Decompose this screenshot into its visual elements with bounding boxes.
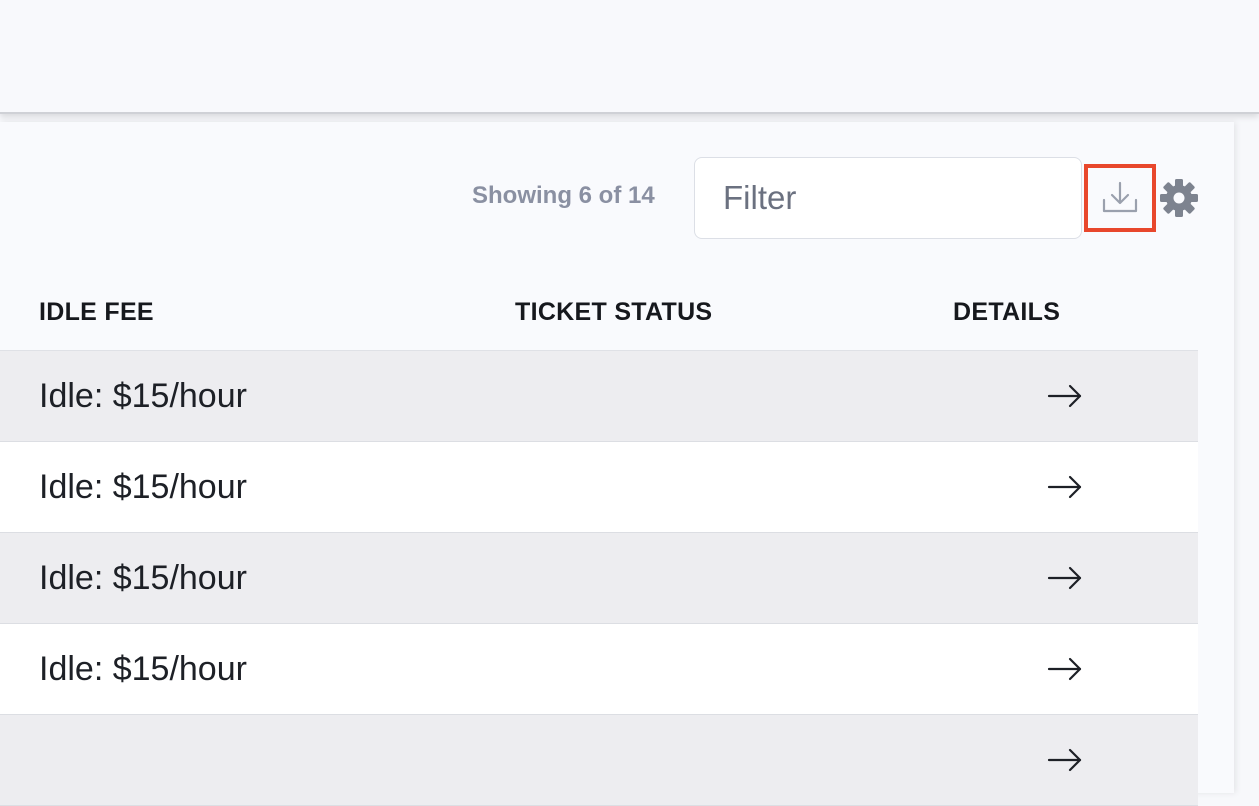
- idle-fee-cell: Idle: $15/hour: [39, 377, 247, 415]
- idle-fee-cell: Idle: $15/hour: [39, 559, 247, 597]
- filter-input[interactable]: [694, 157, 1082, 239]
- table-header: IDLE FEE TICKET STATUS DETAILS: [0, 270, 1198, 351]
- idle-fee-cell: Idle: $15/hour: [39, 650, 247, 688]
- table-row[interactable]: [0, 715, 1198, 806]
- settings-button[interactable]: [1157, 176, 1201, 220]
- results-count: Showing 6 of 14: [472, 182, 655, 209]
- arrow-right-icon[interactable]: [1046, 745, 1084, 775]
- arrow-right-icon[interactable]: [1046, 472, 1084, 502]
- data-table: IDLE FEE TICKET STATUS DETAILS Idle: $15…: [0, 270, 1198, 806]
- download-button[interactable]: [1084, 164, 1156, 232]
- gear-icon: [1160, 179, 1198, 217]
- idle-fee-cell: Idle: $15/hour: [39, 468, 247, 506]
- arrow-right-icon[interactable]: [1046, 381, 1084, 411]
- arrow-right-icon[interactable]: [1046, 654, 1084, 684]
- table-row[interactable]: Idle: $15/hour: [0, 442, 1198, 533]
- table-row[interactable]: Idle: $15/hour: [0, 351, 1198, 442]
- column-header-ticket-status[interactable]: TICKET STATUS: [515, 298, 712, 327]
- download-icon: [1102, 181, 1138, 213]
- table-row[interactable]: Idle: $15/hour: [0, 624, 1198, 715]
- arrow-right-icon[interactable]: [1046, 563, 1084, 593]
- top-header-bar: [0, 0, 1259, 114]
- column-header-idle-fee[interactable]: IDLE FEE: [39, 298, 154, 327]
- table-row[interactable]: Idle: $15/hour: [0, 533, 1198, 624]
- column-header-details[interactable]: DETAILS: [953, 298, 1060, 327]
